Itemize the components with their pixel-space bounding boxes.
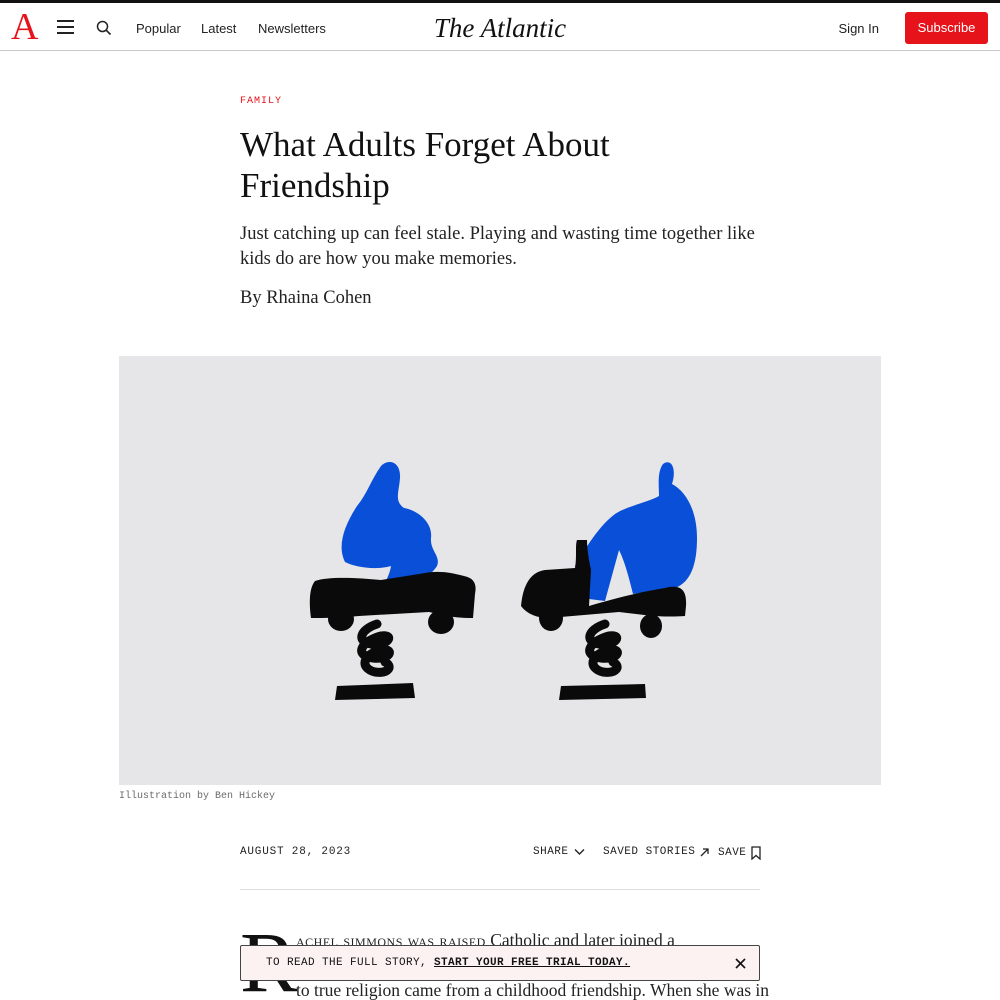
subscribe-button[interactable]: Subscribe (905, 12, 988, 44)
share-button[interactable]: SHARE (533, 846, 585, 858)
atlantic-logo[interactable]: A (11, 5, 38, 49)
image-caption: Illustration by Ben Hickey (119, 791, 276, 802)
bookmark-icon (751, 846, 762, 860)
nav-link-latest[interactable]: Latest (201, 21, 236, 37)
right-spring-base (559, 684, 646, 700)
right-spring (585, 619, 622, 677)
chevron-down-icon (574, 849, 585, 855)
close-icon[interactable] (734, 957, 747, 970)
save-button[interactable]: SAVE (718, 846, 762, 860)
paywall-message: TO READ THE FULL STORY, START YOUR FREE … (266, 957, 630, 969)
article-dek: Just catching up can feel stale. Playing… (240, 224, 755, 269)
arrow-up-right-icon (700, 847, 709, 856)
saved-stories-label: SAVED STORIES (603, 846, 696, 858)
left-car-wheel-front (428, 610, 454, 634)
right-car-wheel-back (539, 605, 563, 631)
article-headline: What Adults Forget About Friendship (240, 125, 610, 205)
search-icon[interactable] (96, 20, 112, 36)
hero-illustration (119, 356, 881, 785)
menu-icon[interactable] (57, 20, 74, 34)
sign-in-link[interactable]: Sign In (839, 21, 879, 37)
saved-stories-link[interactable]: SAVED STORIES (603, 846, 709, 858)
article-byline[interactable]: By Rhaina Cohen (240, 286, 372, 311)
body-line-3: to true religion came from a childhood f… (296, 980, 770, 1000)
nav-link-newsletters[interactable]: Newsletters (258, 21, 326, 37)
left-spring-base (335, 683, 415, 700)
brand-wordmark[interactable]: The Atlantic (434, 13, 566, 43)
right-car-wheel-front (640, 614, 662, 638)
section-label[interactable]: FAMILY (240, 96, 282, 107)
save-label: SAVE (718, 847, 747, 859)
divider (240, 889, 760, 890)
free-trial-link[interactable]: START YOUR FREE TRIAL TODAY. (434, 957, 630, 969)
publish-date: AUGUST 28, 2023 (240, 846, 352, 858)
paywall-banner: TO READ THE FULL STORY, START YOUR FREE … (240, 945, 760, 981)
left-car-wheel-back (328, 607, 354, 631)
share-label: SHARE (533, 846, 569, 858)
nav-link-popular[interactable]: Popular (136, 21, 181, 37)
spring-rider-illustration (309, 462, 697, 700)
paywall-text: TO READ THE FULL STORY, (266, 957, 435, 969)
top-nav-bar: A Popular Latest Newsletters The Atlanti… (0, 0, 1000, 51)
left-spring (357, 619, 394, 677)
